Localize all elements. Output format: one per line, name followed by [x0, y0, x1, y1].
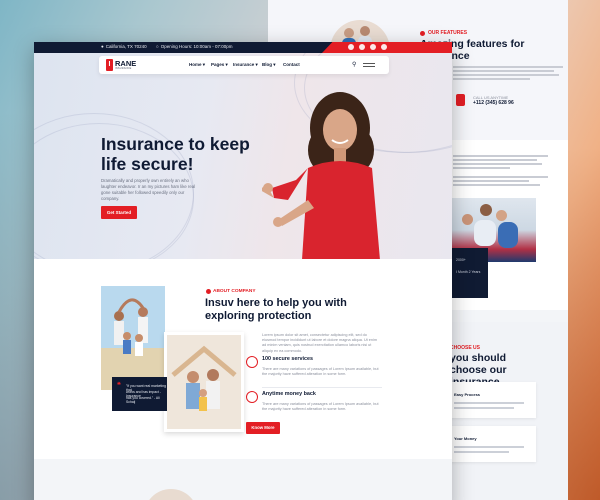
next-section — [34, 459, 452, 500]
feature-title-1: 100 secure services — [262, 356, 313, 362]
about-tag: ABOUT COMPANY — [206, 289, 256, 294]
hero-woman-image — [262, 92, 380, 259]
location-pin-icon: ● — [101, 44, 104, 49]
phone-number[interactable]: +112 (345) 628 96 — [473, 100, 514, 106]
know-more-button[interactable]: Know More — [246, 422, 280, 434]
topbar-accent — [322, 42, 452, 53]
topbar-location: ● California, TX 70240 — [101, 44, 147, 49]
navbar: I RANE INSURANCE Home ▾ Pages ▾ Insuranc… — [99, 56, 389, 74]
tag-dot-icon — [420, 30, 425, 36]
family-beach-image — [101, 286, 165, 390]
about-section: ❝ "If you want real marketing that works… — [34, 259, 452, 459]
tag-dot-icon — [206, 289, 211, 294]
card-easy-process[interactable]: Easy Process — [450, 382, 536, 418]
about-text: Lorem ipsum dolor sit amet, consectetur … — [262, 333, 378, 353]
quote-icon: ❝ — [117, 382, 121, 389]
hero-text: Dramatically and properly own entirely a… — [101, 178, 196, 201]
twitter-icon[interactable] — [359, 44, 365, 50]
search-icon[interactable]: ⚲ — [352, 61, 356, 68]
about-heading: Insuv here to help you with exploring pr… — [205, 297, 347, 322]
get-started-button[interactable]: Get Started — [101, 206, 137, 219]
feature-title-2: Anytime money back — [262, 391, 316, 397]
top-bar: ● California, TX 70240 ○ Opening Hours: 10… — [34, 42, 452, 53]
testimonial-quote: ❝ "If you want real marketing that works… — [112, 377, 167, 411]
facebook-icon[interactable] — [348, 44, 354, 50]
family-home-image — [164, 332, 244, 432]
features-tag: OUR FEATURES — [420, 30, 467, 36]
topbar-hours: ○ Opening Hours: 10:00am - 07:00pm — [156, 44, 233, 49]
stats-box: 2000+ I Month 2 Years — [452, 248, 488, 298]
feature-text-2: There are many variations of passages of… — [262, 402, 379, 412]
logo-word: RANE — [115, 59, 137, 68]
stat-2: I Month 2 Years — [456, 270, 481, 274]
nav-contact[interactable]: Contact — [283, 62, 300, 67]
menu-icon[interactable] — [363, 63, 375, 67]
hero-title: Insurance to keep life secure! — [101, 134, 250, 174]
stat-1: 2000+ — [456, 258, 466, 262]
card-your-money[interactable]: Your Money — [450, 426, 536, 462]
nav-blog[interactable]: Blog ▾ — [262, 62, 276, 68]
section-text — [453, 155, 548, 171]
clock-icon: ○ — [156, 44, 159, 49]
nav-home[interactable]: Home ▾ — [189, 62, 205, 68]
next-image-circle — [144, 489, 198, 500]
nav-pages[interactable]: Pages ▾ — [211, 62, 228, 68]
phone-icon[interactable] — [456, 94, 465, 106]
nav-insurance[interactable]: Insurance ▾ — [233, 62, 258, 68]
logo[interactable]: I RANE INSURANCE — [106, 59, 136, 71]
linkedin-icon[interactable] — [370, 44, 376, 50]
features-text — [453, 66, 563, 82]
logo-mark-icon: I — [106, 59, 113, 71]
front-page: ● California, TX 70240 ○ Opening Hours: 10… — [34, 42, 452, 500]
money-icon — [246, 391, 258, 403]
hero-section: I RANE INSURANCE Home ▾ Pages ▾ Insuranc… — [34, 53, 452, 259]
youtube-icon[interactable] — [381, 44, 387, 50]
feature-text-1: There are many variations of passages of… — [262, 367, 379, 377]
quote-line-3: has you covered." - Ali Schaij — [126, 396, 160, 404]
shield-icon — [246, 356, 258, 368]
feature-divider — [262, 387, 382, 388]
section-text-2 — [453, 176, 548, 188]
choose-tag: CHOOSE US — [450, 345, 481, 351]
